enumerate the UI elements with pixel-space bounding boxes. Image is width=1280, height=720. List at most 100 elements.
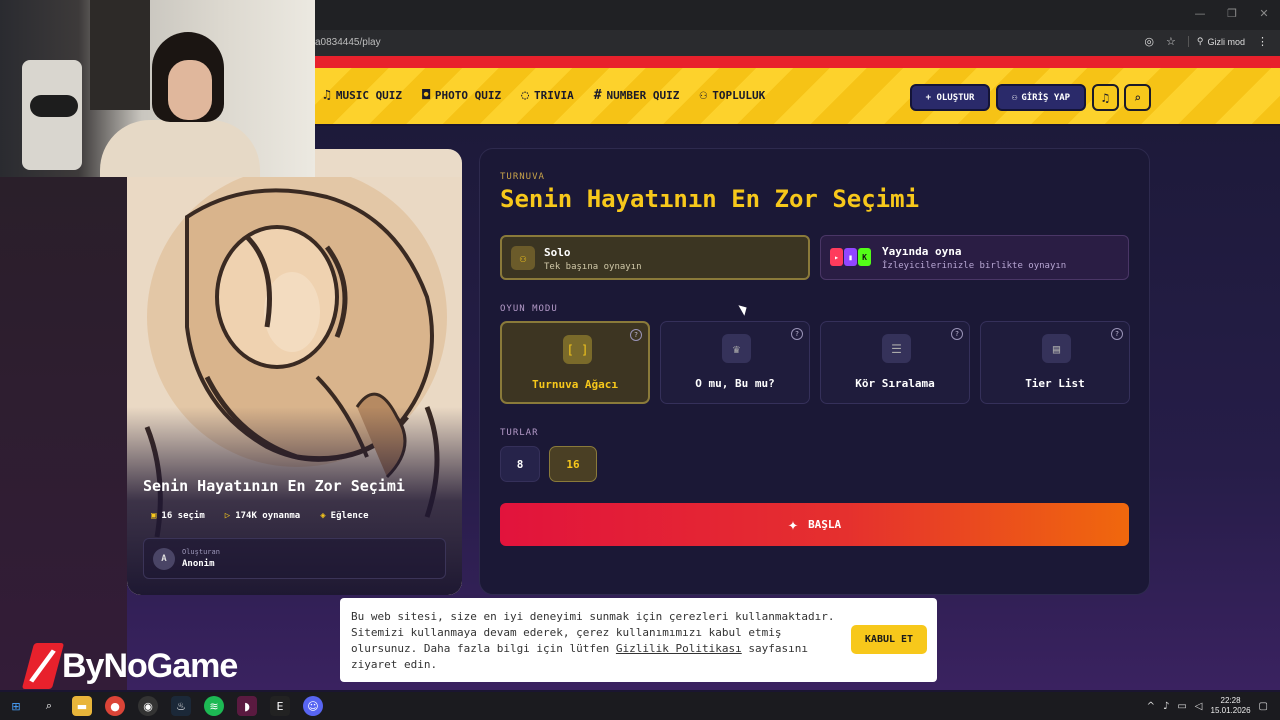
epic-games-icon[interactable]: E [270,696,290,716]
card-title: Senin Hayatının En Zor Seçimi [143,477,405,495]
plays-count: 174K oynanma [235,511,301,521]
mode-kor-siralama[interactable]: ☰ Kör Sıralama ? [820,321,970,404]
webcam-cat [30,95,78,117]
mode-turnuva-agaci[interactable]: [ ] Turnuva Ağacı ? [500,321,650,404]
camera-icon: ◘ [422,88,430,103]
spotify-icon[interactable]: ≋ [204,696,224,716]
avatar: A [153,548,175,570]
crown-icon: ♛ [722,334,751,363]
cookie-banner: Bu web sitesi, size en iyi deneyimi sunm… [340,598,937,682]
help-icon[interactable]: ? [630,329,642,341]
creator-box[interactable]: A Oluşturan Anonim [143,538,446,579]
restore-button[interactable]: ❐ [1216,0,1248,30]
steam-icon[interactable]: ♨ [171,696,191,716]
tag-icon: ◈ [320,511,326,521]
help-icon[interactable]: ? [951,328,963,340]
music-note-icon: ♫ [323,88,331,103]
nav-photo-quiz[interactable]: ◘ PHOTO QUIZ [422,89,501,102]
panel-kicker: TURNUVA [500,172,545,182]
stream-option[interactable]: ▸ ▮ K Yayında oyna İzleyicilerinizle bir… [820,235,1129,280]
left-gutter [0,176,127,690]
notifications-button[interactable]: ♫ [1092,84,1119,111]
microphone-icon[interactable]: ♪ [1163,701,1169,712]
clock-time: 22:28 [1220,696,1241,705]
solo-option[interactable]: ⚇ Solo Tek başına oynayın [500,235,810,280]
tier-list-icon: ▤ [1042,334,1071,363]
help-icon[interactable]: ? [1111,328,1123,340]
incognito-icon: ⚲ [1196,36,1204,46]
windows-start-icon[interactable]: ⊞ [6,696,26,716]
start-label: BAŞLA [808,518,842,531]
notification-center-icon[interactable]: ▢ [1259,701,1268,712]
rounds-label: TURLAR [500,428,539,438]
nav-number-quiz[interactable]: # NUMBER QUIZ [594,89,680,102]
site-navbar: ♫ MUSIC QUIZ ◘ PHOTO QUIZ ◌ TRIVIA # NUMBER … [315,68,1280,126]
network-icon[interactable]: ▭ [1177,701,1186,712]
privacy-policy-link[interactable]: Gizlilik Politikası [616,642,742,655]
sparkle-icon: ✦ [787,514,799,535]
chrome-icon[interactable]: ● [105,696,125,716]
quiz-cover-card [127,177,462,595]
youtube-icon: ▸ [830,248,843,266]
taskbar-apps: ⊞ ⌕ ▬ ● ◉ ♨ ≋ ◗ E ☺ [6,696,323,716]
eye-off-icon[interactable]: ◎ [1144,35,1154,48]
card-stats: ▣ 16 seçim ▷ 174K oynanma ◈ Eğlence [151,511,369,521]
star-icon[interactable]: ☆ [1166,35,1176,48]
create-button[interactable]: + OLUŞTUR [910,84,990,111]
user-icon: ⚇ [1011,92,1018,103]
search-icon: ⌕ [1133,90,1142,105]
incognito-indicator[interactable]: ⚲ Gizli mod [1187,36,1245,47]
round-option-16[interactable]: 16 [549,446,597,482]
chevron-up-icon[interactable]: ^ [1147,701,1155,712]
file-explorer-icon[interactable]: ▬ [72,696,92,716]
search-icon[interactable]: ⌕ [39,696,59,716]
login-button[interactable]: ⚇ GİRİŞ YAP [996,84,1086,111]
obs-icon[interactable]: ◉ [138,696,158,716]
creator-name: Anonim [182,559,215,569]
start-button[interactable]: ✦ BAŞLA [500,503,1129,546]
solo-title: Solo [544,246,571,259]
discord-icon[interactable]: ☺ [303,696,323,716]
creator-label: Oluşturan [182,548,220,556]
close-window-button[interactable]: ✕ [1248,0,1280,30]
mode-tier-list[interactable]: ▤ Tier List ? [980,321,1130,404]
nav-label: TRIVIA [533,89,574,102]
help-icon[interactable]: ? [791,328,803,340]
url-text[interactable]: a0834445/play [315,37,381,48]
bynogame-watermark: ByNoGame [21,641,238,691]
clock-date: 15.01.2026 [1210,706,1251,715]
mode-o-mu-bu-mu[interactable]: ♛ O mu, Bu mu? ? [660,321,810,404]
menu-kebab-icon[interactable]: ⋮ [1257,35,1268,48]
taskbar-clock[interactable]: 22:28 15.01.2026 [1211,696,1251,716]
webcam-overlay [0,0,315,177]
streaming-platforms-icon: ▸ ▮ K [830,248,871,266]
address-bar-actions: ◎ ☆ ⚲ Gizli mod ⋮ [1144,35,1268,48]
mode-label: O mu, Bu mu? [695,377,775,390]
category-stat: ◈ Eğlence [320,511,368,521]
round-option-8[interactable]: 8 [500,446,540,482]
nav-label: NUMBER QUIZ [606,89,680,102]
bynogame-logo-mark [21,643,65,689]
minimize-button[interactable]: — [1184,0,1216,30]
category-name: Eğlence [330,511,369,521]
search-button[interactable]: ⌕ [1124,84,1151,111]
mode-label: Tier List [1025,377,1085,390]
user-icon: ⚇ [511,246,535,270]
nav-music-quiz[interactable]: ♫ MUSIC QUIZ [323,89,402,102]
nav-trivia[interactable]: ◌ TRIVIA [521,89,574,102]
hash-icon: # [593,88,602,103]
nav-topluluk[interactable]: ⚇ TOPLULUK [699,89,765,102]
kick-icon: K [858,248,871,266]
solo-subtitle: Tek başına oynayın [544,262,642,272]
system-tray: ^ ♪ ▭ ◁ 22:28 15.01.2026 ▢ [1147,696,1268,716]
nav-label: TOPLULUK [712,89,766,102]
accept-cookies-button[interactable]: KABUL ET [851,625,927,654]
webcam-person-face [168,60,212,120]
page-title: Senin Hayatının En Zor Seçimi [500,185,920,213]
nav-label: PHOTO QUIZ [434,89,502,102]
plays-stat: ▷ 174K oynanma [225,511,300,521]
ranked-list-icon: ☰ [882,334,911,363]
site-topbar [315,56,1280,68]
app-icon[interactable]: ◗ [237,696,257,716]
volume-icon[interactable]: ◁ [1195,701,1203,712]
